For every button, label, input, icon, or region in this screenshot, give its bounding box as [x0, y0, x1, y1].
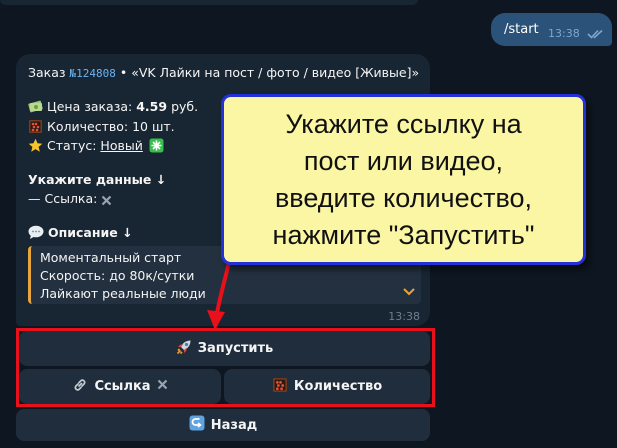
instruction-callout: Укажите ссылку на пост или видео, введит… — [221, 94, 586, 265]
callout-line-2: пост или видео, — [303, 145, 504, 176]
callout-line-1: Укажите ссылку на — [285, 108, 522, 139]
callout-line-3: введите количество, — [274, 182, 533, 213]
callout-line-4: нажмите "Запустить" — [272, 219, 535, 250]
